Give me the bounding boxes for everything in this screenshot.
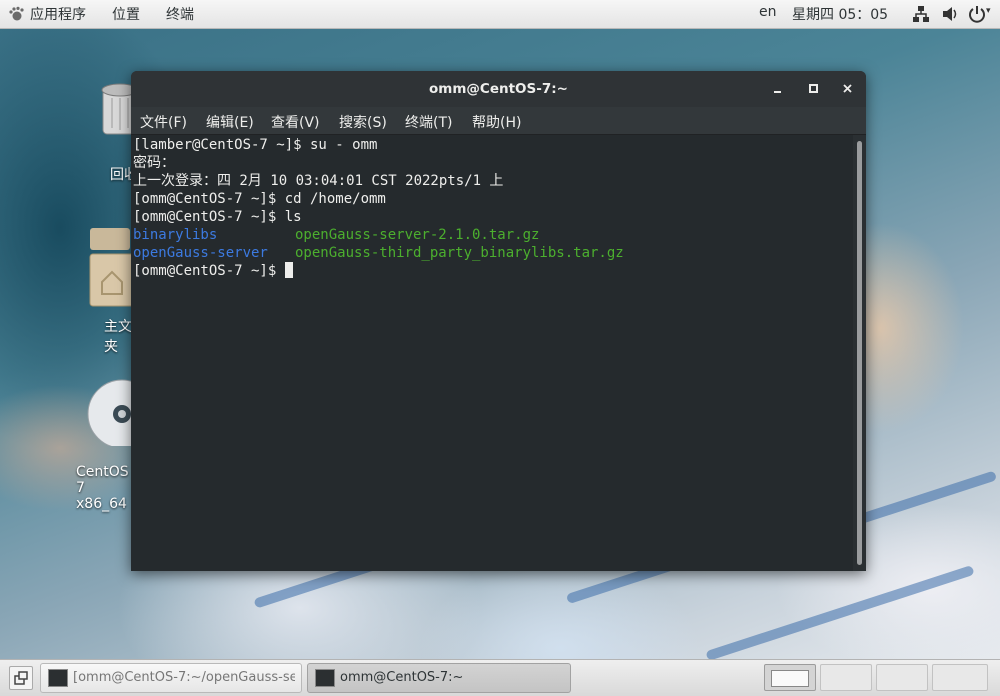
menu-file[interactable]: 文件(F): [140, 112, 187, 132]
terminal-icon: [48, 669, 68, 687]
terminal-app-menu[interactable]: 终端: [166, 4, 194, 24]
network-icon[interactable]: [912, 5, 930, 23]
top-panel: 应用程序 位置 终端 en 星期四 05：05 ▾: [0, 0, 1000, 29]
menu-terminal[interactable]: 终端(T): [405, 112, 452, 132]
terminal-menubar: 文件(F) 编辑(E) 查看(V) 搜索(S) 终端(T) 帮助(H): [131, 107, 866, 135]
terminal-icon: [315, 669, 335, 687]
places-menu[interactable]: 位置: [112, 4, 140, 24]
terminal-output[interactable]: [lamber@CentOS-7 ~]$ su - omm 密码： 上一次登录：…: [131, 135, 853, 571]
close-icon: [843, 84, 852, 93]
menu-edit[interactable]: 编辑(E): [206, 112, 254, 132]
terminal-prompt: [omm@CentOS-7 ~]$: [133, 263, 285, 279]
minimize-button[interactable]: [769, 80, 787, 98]
window-title: omm@CentOS-7:~: [429, 81, 568, 97]
ls-entry-archive: openGauss-server-2.1.0.tar.gz: [295, 227, 540, 243]
taskbar-item-active[interactable]: omm@CentOS-7:~: [307, 663, 571, 693]
terminal-line: 密码：: [133, 155, 175, 171]
terminal-prompt-line: [omm@CentOS-7 ~]$: [133, 262, 293, 280]
terminal-line: [omm@CentOS-7 ~]$ ls: [133, 209, 302, 225]
applications-menu[interactable]: 应用程序: [30, 4, 86, 24]
clock[interactable]: 星期四 05：05: [792, 4, 888, 24]
menu-help[interactable]: 帮助(H): [472, 112, 521, 132]
menu-view[interactable]: 查看(V): [271, 112, 320, 132]
workspace-2[interactable]: [820, 664, 872, 691]
workspace-3[interactable]: [876, 664, 928, 691]
workspace-4[interactable]: [932, 664, 988, 691]
ls-entry-directory: openGauss-server: [133, 245, 268, 261]
ls-entry-directory: binarylibs: [133, 227, 218, 243]
volume-icon[interactable]: [941, 5, 959, 23]
minimize-icon: [774, 91, 781, 93]
show-desktop-button[interactable]: [9, 666, 33, 690]
chevron-down-icon[interactable]: ▾: [986, 6, 991, 16]
terminal-line: [omm@CentOS-7 ~]$ cd /home/omm: [133, 191, 386, 207]
terminal-line: [lamber@CentOS-7 ~]$ su - omm: [133, 137, 378, 153]
input-method-indicator[interactable]: en: [759, 4, 777, 20]
taskbar-item-label: [omm@CentOS-7:~/openGauss-ser···: [73, 670, 295, 685]
terminal-window[interactable]: omm@CentOS-7:~ 文件(F) 编辑(E) 查看(V) 搜索(S) 终…: [131, 71, 866, 571]
terminal-line: 上一次登录：四 2月 10 03:04:01 CST 2022pts/1 上: [133, 173, 504, 189]
window-titlebar[interactable]: omm@CentOS-7:~: [131, 71, 866, 107]
menu-search[interactable]: 搜索(S): [339, 112, 387, 132]
workspace-1[interactable]: [764, 664, 816, 691]
close-button[interactable]: [839, 80, 857, 98]
home-folder-icon: [89, 228, 134, 307]
power-icon[interactable]: [968, 5, 986, 23]
text-cursor: [284, 262, 293, 278]
ls-entry-archive: openGauss-third_party_binarylibs.tar.gz: [295, 245, 624, 261]
scrollbar-thumb[interactable]: [857, 141, 862, 565]
maximize-icon: [809, 84, 818, 93]
maximize-button[interactable]: [805, 80, 823, 98]
taskbar-item-label: omm@CentOS-7:~: [340, 670, 464, 685]
taskbar-item[interactable]: [omm@CentOS-7:~/openGauss-ser···: [40, 663, 302, 693]
bottom-panel: [omm@CentOS-7:~/openGauss-ser··· omm@Cen…: [0, 659, 1000, 696]
desktop-icon-disc[interactable]: CentOS 7 x86_64: [76, 370, 142, 512]
gnome-foot-icon: [9, 6, 24, 21]
terminal-scrollbar[interactable]: [853, 135, 866, 571]
show-desktop-icon: [14, 671, 28, 685]
desktop-icon-label: CentOS 7 x86_64: [76, 464, 129, 512]
